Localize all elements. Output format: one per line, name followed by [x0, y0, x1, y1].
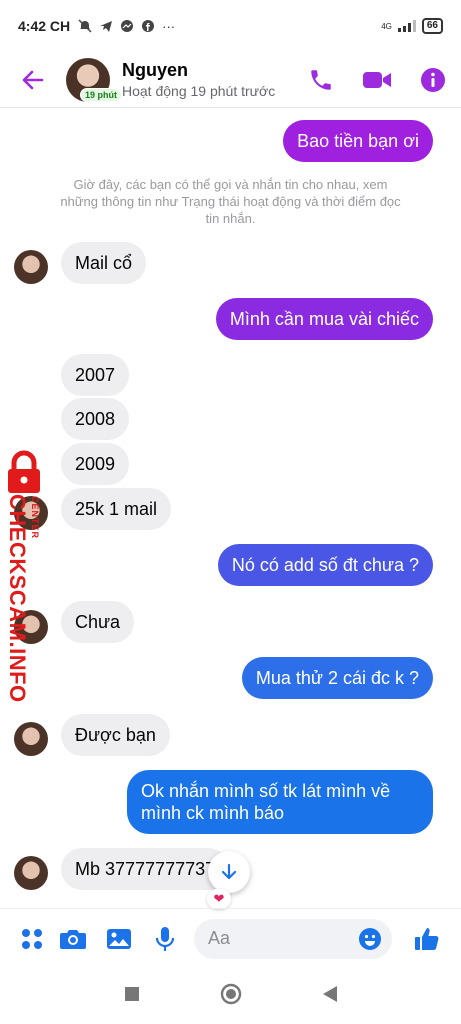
telegram-icon — [100, 21, 113, 32]
facebook-icon — [142, 20, 155, 32]
message-incoming[interactable]: 2007 — [61, 354, 130, 396]
message-line: Ok nhắn mình số tk lát mình về — [141, 781, 391, 801]
chat-header: 19 phút Nguyen Hoạt động 19 phút trước — [0, 52, 461, 108]
contact-info[interactable]: Nguyen Hoạt động 19 phút trước — [122, 60, 275, 99]
triangle-back-icon — [322, 985, 337, 1002]
back-nav-button[interactable] — [322, 985, 338, 1008]
mute-icon — [78, 19, 92, 33]
home-button[interactable] — [220, 983, 242, 1010]
message-incoming[interactable]: Được bạn — [61, 714, 170, 756]
network-type: 4G — [381, 21, 392, 31]
microphone-icon — [155, 926, 175, 951]
message-list[interactable]: Bao tiền bạn ơi Giờ đây, các bạn có thể … — [0, 108, 461, 904]
video-icon — [363, 71, 391, 88]
phone-icon — [311, 69, 331, 90]
contact-name: Nguyen — [122, 60, 189, 80]
square-icon — [124, 986, 139, 1001]
contact-status: Hoạt động 19 phút trước — [122, 83, 276, 99]
info-button[interactable] — [405, 56, 461, 104]
sender-avatar[interactable] — [14, 722, 48, 756]
voice-button[interactable] — [142, 916, 188, 962]
arrow-down-icon — [221, 863, 237, 880]
more-actions-button[interactable] — [14, 916, 50, 962]
watermark: CHECKSCAM.INFO CENTER — [0, 450, 48, 703]
message-incoming[interactable]: Mb 37777777737 — [61, 848, 229, 890]
scroll-to-bottom-button[interactable] — [208, 851, 250, 893]
like-button[interactable] — [404, 916, 450, 962]
message-incoming[interactable]: 2008 — [61, 398, 130, 440]
camera-button[interactable] — [50, 916, 96, 962]
message-incoming[interactable]: 25k 1 mail — [61, 488, 172, 530]
messenger-icon — [121, 20, 134, 32]
battery-level: 66 — [421, 18, 443, 34]
message-outgoing[interactable]: Bao tiền bạn ơi — [283, 120, 433, 162]
message-incoming[interactable]: Chưa — [61, 601, 135, 643]
lock-icon — [8, 450, 40, 493]
camera-icon — [60, 929, 86, 949]
back-arrow-icon — [22, 70, 44, 89]
system-nav-bar — [0, 968, 461, 1024]
status-time: 4:42 CH — [18, 18, 71, 34]
watermark-sub: CENTER — [30, 496, 40, 540]
video-call-button[interactable] — [349, 56, 405, 104]
active-time-badge: 19 phút — [80, 87, 123, 102]
message-outgoing[interactable]: Mua thử 2 cái đc k ? — [241, 657, 433, 699]
message-outgoing[interactable]: Mình cần mua vài chiếc — [215, 298, 433, 340]
message-outgoing[interactable]: Nó có add số đt chưa ? — [217, 544, 433, 586]
notification-icons: ··· — [78, 19, 175, 34]
call-button[interactable] — [293, 56, 349, 104]
like-icon — [415, 927, 439, 950]
sender-avatar[interactable] — [14, 856, 48, 890]
system-notice: Giờ đây, các bạn có thể gọi và nhắn tin … — [60, 177, 401, 226]
contact-avatar[interactable]: 19 phút — [66, 57, 123, 102]
back-button[interactable] — [0, 68, 66, 92]
message-input[interactable] — [208, 928, 338, 949]
recents-button[interactable] — [124, 986, 140, 1007]
emoji-icon[interactable] — [358, 927, 382, 951]
image-icon — [107, 928, 131, 949]
sender-avatar[interactable] — [14, 250, 48, 284]
watermark-brand: CHECKSCAM.INFO — [5, 494, 30, 703]
gallery-button[interactable] — [96, 916, 142, 962]
message-incoming[interactable]: Mail cổ — [61, 242, 147, 284]
status-bar: 4:42 CH ··· 4G 66 — [0, 0, 461, 52]
info-icon — [421, 67, 445, 92]
message-composer — [0, 908, 461, 968]
menu-dots-icon — [22, 928, 42, 949]
heart-reaction[interactable]: ❤ — [207, 889, 231, 909]
signal-icon — [397, 20, 416, 32]
more-notifications-icon: ··· — [162, 18, 176, 34]
message-line: mình ck mình báo — [141, 803, 285, 823]
message-outgoing[interactable]: Ok nhắn mình số tk lát mình về mình ck m… — [127, 770, 433, 834]
message-input-box[interactable] — [194, 918, 392, 959]
message-incoming[interactable]: 2009 — [61, 443, 130, 485]
circle-icon — [220, 983, 241, 1004]
